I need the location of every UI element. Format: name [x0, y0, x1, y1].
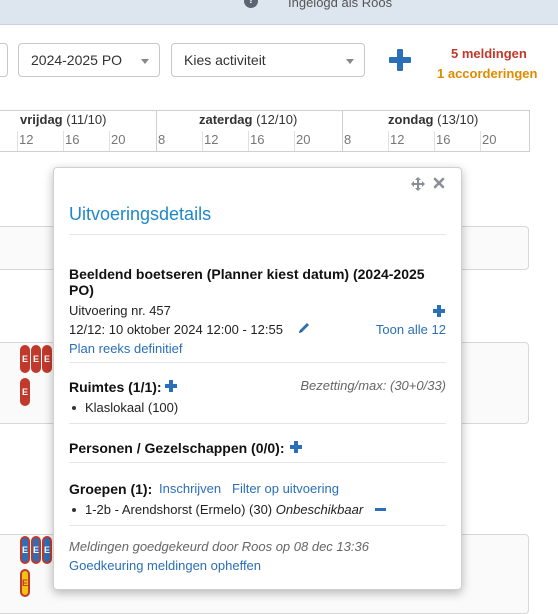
hour-tick: 16	[65, 132, 80, 147]
chevron-down-icon	[346, 59, 354, 64]
login-status: Ingelogd als Roos	[288, 0, 393, 10]
pencil-icon[interactable]	[297, 321, 311, 335]
add-person-icon[interactable]	[290, 441, 302, 453]
chevron-down-icon	[141, 59, 149, 64]
move-icon[interactable]	[411, 177, 425, 191]
session-datetime: 12/12: 10 oktober 2024 12:00 - 12:55	[69, 322, 283, 337]
hour-tick: 8	[344, 132, 352, 147]
show-all-link[interactable]: Toon alle 12	[376, 322, 446, 337]
year-select-value: 2024-2025 PO	[31, 52, 123, 68]
hour-tick: 20	[111, 132, 126, 147]
group-name: 1-2b - Arendshorst (Ermelo) (30)	[85, 502, 273, 517]
enroll-link[interactable]: Inschrijven	[159, 481, 221, 496]
occupancy-text: Bezetting/max: (30+0/33)	[300, 378, 446, 393]
calendar-header: vrijdag (11/10) zaterdag (12/10) zondag …	[0, 110, 530, 152]
hour-tick: 12	[390, 132, 405, 147]
remove-group-icon[interactable]	[375, 508, 386, 511]
popup-title: Uitvoeringsdetails	[69, 204, 212, 224]
plan-series-link[interactable]: Plan reeks definitief	[69, 341, 182, 356]
hour-tick: 16	[250, 132, 265, 147]
notifications-link[interactable]: 5 meldingen	[451, 46, 527, 61]
room-item: Klaslokaal (100)	[85, 400, 179, 415]
execution-details-popup: Uitvoeringsdetails Beeldend boetseren (P…	[53, 167, 462, 590]
event-badge[interactable]: E	[31, 345, 41, 373]
hour-tick: 20	[296, 132, 311, 147]
add-icon[interactable]	[433, 305, 445, 317]
group-item: 1-2b - Arendshorst (Ermelo) (30) Onbesch…	[85, 502, 363, 517]
event-badge[interactable]: E	[42, 345, 52, 373]
close-icon[interactable]	[433, 177, 445, 189]
day-header-saturday: zaterdag (12/10)	[199, 112, 298, 127]
activity-name: Beeldend boetseren (Planner kiest datum)…	[69, 266, 425, 298]
event-badge[interactable]: E	[20, 536, 30, 564]
event-badge[interactable]: E	[42, 536, 52, 564]
hour-tick: 12	[204, 132, 219, 147]
revoke-approval-link[interactable]: Goedkeuring meldingen opheffen	[69, 558, 261, 573]
approvals-link[interactable]: 1 accorderingen	[437, 66, 537, 81]
persons-heading: Personen / Gezelschappen (0/0):	[69, 440, 285, 456]
event-badge[interactable]: E	[20, 569, 30, 597]
filter-select-partial[interactable]	[0, 43, 8, 77]
groups-heading: Groepen (1):	[69, 481, 153, 497]
execution-number: Uitvoering nr. 457	[69, 303, 171, 318]
add-room-icon[interactable]	[165, 380, 177, 392]
activity-select[interactable]: Kies activiteit	[171, 43, 365, 77]
event-badge[interactable]: E	[20, 378, 30, 406]
day-header-sunday: zondag (13/10)	[388, 112, 479, 127]
event-badge[interactable]: E	[31, 536, 41, 564]
activity-select-value: Kies activiteit	[184, 52, 266, 68]
help-icon[interactable]: ?	[244, 0, 258, 8]
event-badge[interactable]: E	[20, 345, 30, 373]
approval-note: Meldingen goedgekeurd door Roos op 08 de…	[69, 539, 369, 554]
add-icon[interactable]	[389, 49, 411, 71]
day-header-friday: vrijdag (11/10)	[20, 112, 107, 127]
hour-tick: 8	[158, 132, 166, 147]
hour-tick: 16	[436, 132, 451, 147]
top-bar: ? Ingelogd als Roos	[0, 0, 558, 25]
year-select[interactable]: 2024-2025 PO	[18, 43, 160, 77]
rooms-heading: Ruimtes (1/1):	[69, 379, 162, 395]
hour-tick: 20	[482, 132, 497, 147]
hour-tick: 12	[19, 132, 34, 147]
group-status: Onbeschikbaar	[275, 502, 364, 517]
filter-execution-link[interactable]: Filter op uitvoering	[232, 481, 339, 496]
